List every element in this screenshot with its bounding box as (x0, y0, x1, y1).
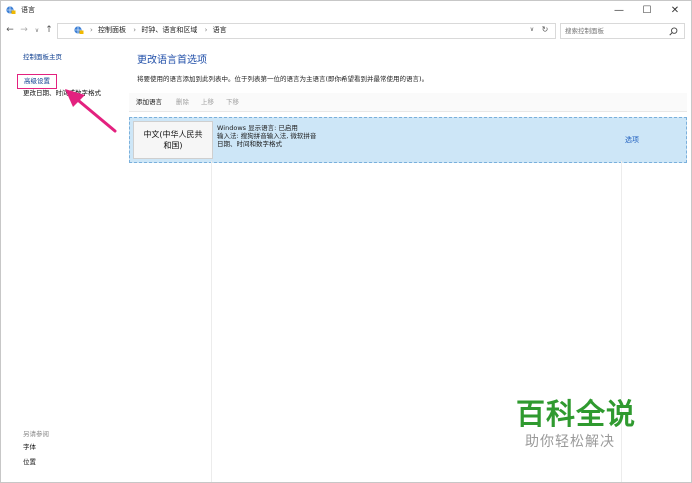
breadcrumb-control-panel[interactable]: 控制面板 (98, 26, 126, 34)
language-detail-display: Windows 显示语言: 已启用 (217, 124, 298, 132)
page-description: 将要使用的语言添加到此列表中。位于列表第一位的语言为主语言(即你希望看到并最常使… (137, 75, 429, 83)
watermark-logo-text: 百科全说 (516, 397, 637, 431)
language-name-tile: 中文(中华人民共 和国) (133, 121, 213, 159)
language-name-line2: 和国) (163, 141, 183, 150)
language-details: Windows 显示语言: 已启用 输入法: 搜狗拼音输入法, 微软拼音 日期、… (217, 124, 316, 148)
forward-arrow-icon[interactable]: → (18, 24, 30, 36)
sidebar-link-advanced-settings[interactable]: 高级设置 (17, 74, 57, 89)
language-detail-input: 输入法: 搜狗拼音输入法, 微软拼音 (217, 132, 317, 140)
refresh-icon[interactable]: ↻ (540, 25, 550, 35)
sidebar-link-fonts[interactable]: 字体 (23, 443, 36, 452)
pink-arrow-icon (65, 89, 117, 133)
list-item-language[interactable]: 中文(中华人民共 和国) Windows 显示语言: 已启用 输入法: 搜狗拼音… (129, 117, 687, 163)
search-box[interactable] (560, 23, 685, 39)
language-window: 语言 — ☐ ✕ ← → ∨ ↑ › 控制面板 › 时钟、语言和区域 › 语言 … (0, 0, 692, 483)
address-row: ← → ∨ ↑ › 控制面板 › 时钟、语言和区域 › 语言 ∨ ↻ (1, 19, 691, 41)
breadcrumb-separator: › (90, 26, 93, 34)
column-divider (211, 161, 212, 482)
see-also-heading: 另请参阅 (23, 430, 49, 438)
move-up-button[interactable]: 上移 (201, 97, 214, 107)
breadcrumb-separator: › (133, 26, 137, 34)
minimize-button[interactable]: — (605, 1, 633, 19)
breadcrumb: › 控制面板 › 时钟、语言和区域 › 语言 (87, 25, 229, 35)
maximize-button[interactable]: ☐ (633, 1, 661, 19)
breadcrumb-separator: › (204, 26, 208, 34)
recent-locations-icon[interactable]: ∨ (31, 24, 43, 36)
up-arrow-icon[interactable]: ↑ (43, 24, 55, 36)
breadcrumb-clock-language-region[interactable]: 时钟、语言和区域 (141, 26, 197, 34)
breadcrumb-language[interactable]: 语言 (213, 26, 227, 34)
chevron-down-icon[interactable]: ∨ (527, 25, 537, 35)
close-button[interactable]: ✕ (661, 1, 689, 19)
back-arrow-icon[interactable]: ← (4, 24, 16, 36)
language-name-line1: 中文(中华人民共 (143, 130, 203, 139)
language-detail-format: 日期、时间和数字格式 (217, 140, 282, 148)
title-bar: 语言 — ☐ ✕ (1, 1, 691, 19)
sidebar-link-control-panel-home[interactable]: 控制面板主页 (23, 53, 62, 62)
search-icon[interactable] (669, 27, 678, 36)
window-title: 语言 (21, 6, 35, 14)
language-toolbar: 添加语言 删除 上移 下移 (129, 93, 687, 112)
remove-language-button[interactable]: 删除 (176, 97, 189, 107)
column-divider (621, 161, 622, 482)
search-input[interactable] (565, 24, 665, 38)
globe-language-icon (6, 6, 16, 14)
move-down-button[interactable]: 下移 (226, 97, 239, 107)
watermark-subtitle: 助你轻松解决 (525, 434, 615, 450)
add-language-button[interactable]: 添加语言 (136, 97, 162, 107)
language-options-link[interactable]: 选项 (625, 135, 639, 145)
sidebar-link-location[interactable]: 位置 (23, 458, 36, 467)
page-title: 更改语言首选项 (137, 55, 207, 66)
control-panel-icon (74, 26, 84, 34)
